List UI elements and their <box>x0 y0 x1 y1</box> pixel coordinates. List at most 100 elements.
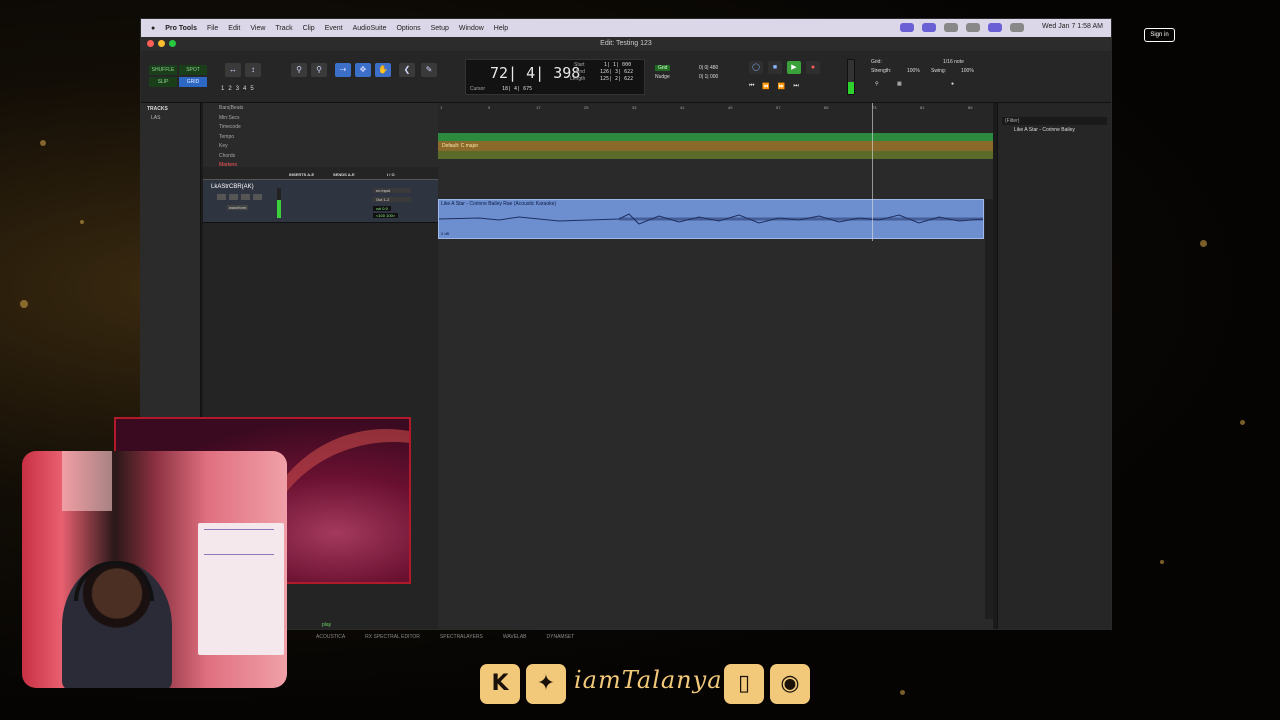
twitch-icon[interactable]: ▯ <box>724 664 764 704</box>
close-window-button[interactable] <box>147 40 154 47</box>
scrubber-tool-icon[interactable]: ❮ <box>399 63 415 77</box>
menu-audiosuite[interactable]: AudioSuite <box>353 25 387 32</box>
status-app-icon[interactable] <box>988 23 1003 32</box>
zoom-icon[interactable]: ⚲ <box>875 81 879 87</box>
ruler-min-secs[interactable]: Min:Secs <box>219 114 438 124</box>
track-pan[interactable]: <100 100> <box>373 213 399 218</box>
menu-file[interactable]: File <box>207 25 218 32</box>
battery-icon[interactable] <box>966 23 981 32</box>
nudge-value[interactable]: 0| 1| 000 <box>699 74 718 80</box>
start-value[interactable]: 1| 1| 000 <box>604 62 631 68</box>
mode-shuffle[interactable]: SHUFFLE <box>149 65 177 75</box>
timeline-area[interactable]: 1 9 17 25 33 41 49 57 65 73 81 89 Defaul… <box>438 103 993 629</box>
mode-grid[interactable]: GRID <box>179 77 207 87</box>
ruler-bars-beats[interactable]: Bars|Beats <box>219 104 438 114</box>
zoom-preset-5[interactable]: 5 <box>250 86 253 92</box>
mode-slip[interactable]: SLIP <box>149 77 177 87</box>
bars-beats-ruler[interactable]: 1 9 17 25 33 41 49 57 65 73 81 89 <box>438 103 993 133</box>
tracks-list-item[interactable]: LAS <box>141 115 200 121</box>
menu-options[interactable]: Options <box>396 25 420 32</box>
plugin-wavelab[interactable]: WAVELAB <box>503 634 527 640</box>
track-output[interactable]: Out 1-2 <box>373 197 411 202</box>
return-to-zero-icon[interactable]: ⏮ <box>749 83 754 90</box>
zoom-tool-icon[interactable]: ⚲ <box>291 63 307 77</box>
record-icon[interactable]: ● <box>806 61 820 74</box>
wifi-icon[interactable] <box>944 23 959 32</box>
menu-window[interactable]: Window <box>459 25 484 32</box>
ruler-timecode[interactable]: Timecode <box>219 123 438 133</box>
selector-tool-icon[interactable]: ✥ <box>355 63 371 77</box>
nudge-label[interactable]: Nudge <box>655 74 670 80</box>
fast-forward-icon[interactable]: ⏩ <box>778 83 785 90</box>
track-view-selector[interactable]: waveform <box>227 205 249 210</box>
grabber-tool-icon[interactable]: ✋ <box>375 63 391 77</box>
stop-icon[interactable]: ■ <box>768 61 782 74</box>
zoom-preset-1[interactable]: 1 <box>221 86 224 92</box>
online-icon[interactable]: ◯ <box>749 61 763 74</box>
mute-button[interactable] <box>253 194 262 200</box>
grid-label[interactable]: Grid <box>655 65 671 71</box>
play-icon[interactable]: ▶ <box>787 61 801 74</box>
track-name[interactable]: LkAStrCBR(AK) <box>211 184 254 190</box>
twitter-icon[interactable]: ✦ <box>526 664 566 704</box>
grid-value[interactable]: 0| 0| 480 <box>699 65 718 71</box>
end-value[interactable]: 126| 3| 622 <box>600 69 633 75</box>
audio-track-header[interactable]: LkAStrCBR(AK) waveform no input Out 1-2 … <box>203 179 438 223</box>
audio-clip[interactable]: Like A Star - Corinne Bailey Rae (Acoust… <box>438 199 984 239</box>
plugin-spectralayers[interactable]: SPECTRALAYERS <box>440 634 483 640</box>
mode-spot[interactable]: SPOT <box>179 65 207 75</box>
status-app-icon[interactable] <box>922 23 937 32</box>
plugin-acoustica[interactable]: ACOUSTICA <box>316 634 345 640</box>
menu-app[interactable]: Pro Tools <box>165 25 197 32</box>
clip-gain[interactable]: 0 dB <box>441 231 449 236</box>
zoom-preset-4[interactable]: 4 <box>243 86 246 92</box>
strength-value[interactable]: 100% <box>907 68 920 74</box>
go-to-end-icon[interactable]: ⏭ <box>793 83 798 90</box>
menu-view[interactable]: View <box>250 25 265 32</box>
plugin-dynamset[interactable]: DYNAMSET <box>547 634 575 640</box>
ruler-markers[interactable]: Markers <box>219 161 438 171</box>
sign-in-button[interactable]: Sign in <box>1144 28 1175 42</box>
ruler-tempo[interactable]: Tempo <box>219 133 438 143</box>
grid-toggle-icon[interactable]: ▦ <box>897 81 902 87</box>
menu-track[interactable]: Track <box>275 25 292 32</box>
grid-note-value[interactable]: 1/16 note <box>943 59 964 65</box>
input-monitor-button[interactable] <box>229 194 238 200</box>
zoom-in-icon[interactable]: ↕ <box>245 63 261 77</box>
clips-list-item[interactable]: Like A Star - Corinne Bailey <box>998 125 1111 133</box>
zoom-preset-2[interactable]: 2 <box>228 86 231 92</box>
settings-dot-icon[interactable]: ● <box>951 81 954 87</box>
zoom-preset-3[interactable]: 3 <box>236 86 239 92</box>
status-app-icon[interactable] <box>900 23 915 32</box>
ruler-chords[interactable]: Chords <box>219 152 438 162</box>
rewind-icon[interactable]: ⏪ <box>762 83 769 90</box>
clips-filter-input[interactable]: (Filter) <box>1002 117 1107 125</box>
chord-lane[interactable] <box>438 151 993 159</box>
zoom-window-button[interactable] <box>169 40 176 47</box>
main-counter[interactable]: 72| 4| 398 Cursor 18| 4| 675 Start End L… <box>465 59 645 95</box>
playhead[interactable] <box>872 103 873 241</box>
zoom-out-icon[interactable]: ↔ <box>225 63 241 77</box>
pencil-tool-icon[interactable]: ✎ <box>421 63 437 77</box>
instagram-icon[interactable]: ◉ <box>770 664 810 704</box>
menu-edit[interactable]: Edit <box>228 25 240 32</box>
trim-tool-icon[interactable]: ⇢ <box>335 63 351 77</box>
plugin-rx-spectral-editor[interactable]: RX SPECTRAL EDITOR <box>365 634 420 640</box>
vertical-scrollbar[interactable] <box>985 199 993 619</box>
swing-value[interactable]: 100% <box>961 68 974 74</box>
apple-menu-icon[interactable]: ● <box>151 25 155 32</box>
length-value[interactable]: 125| 2| 622 <box>600 76 633 82</box>
menu-event[interactable]: Event <box>325 25 343 32</box>
menubar-clock[interactable]: Wed Jan 7 1:58 AM <box>1042 23 1103 32</box>
search-icon[interactable] <box>1010 23 1025 32</box>
tempo-lane[interactable] <box>438 133 993 141</box>
key-lane[interactable]: Default: C major <box>438 141 993 151</box>
menu-setup[interactable]: Setup <box>431 25 449 32</box>
record-enable-button[interactable] <box>217 194 226 200</box>
ruler-key[interactable]: Key <box>219 142 438 152</box>
menu-clip[interactable]: Clip <box>303 25 315 32</box>
track-vol[interactable]: vol 0.0 <box>373 206 391 211</box>
kick-icon[interactable]: K <box>480 664 520 704</box>
solo-button[interactable] <box>241 194 250 200</box>
track-input[interactable]: no input <box>373 188 411 193</box>
